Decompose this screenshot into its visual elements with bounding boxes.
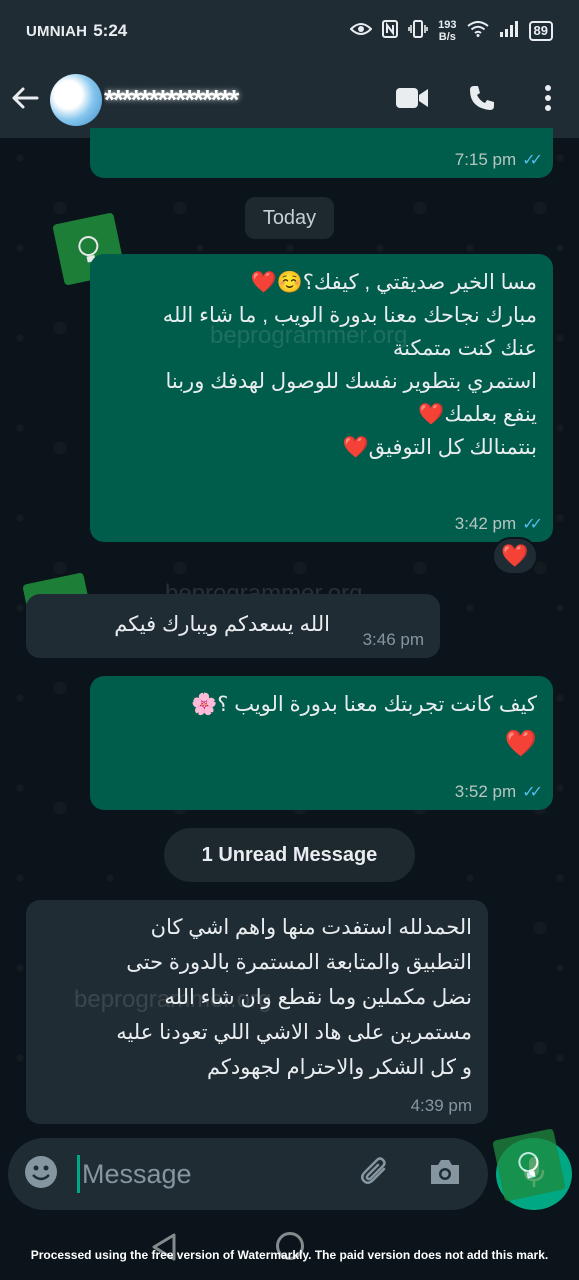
message-line: الحمدلله استفدت منها واهم اشي كان	[150, 916, 472, 939]
back-button[interactable]	[0, 62, 50, 138]
message-time: 3:42 pm	[454, 514, 517, 533]
message-composer	[8, 1138, 488, 1210]
attach-icon	[358, 1155, 392, 1194]
speed-value: 193	[438, 19, 457, 31]
read-ticks-icon: ✓✓	[522, 152, 543, 169]
signal-icon	[499, 21, 519, 41]
nfc-icon	[382, 20, 399, 42]
message-input[interactable]	[80, 1144, 340, 1204]
camera-icon	[428, 1158, 462, 1191]
unread-messages-divider: 1 Unread Message	[164, 828, 415, 882]
status-bar: UMNIAH 5:24 193 B/s 89	[0, 0, 579, 62]
clock: 5:24	[93, 21, 128, 40]
message-bubble-incoming[interactable]: الله يسعدكم ويبارك فيكم 3:46 pm	[26, 594, 440, 658]
reaction-emoji: ❤️	[501, 543, 529, 568]
watermark-notice: Processed using the free version of Wate…	[30, 1248, 549, 1262]
network-speed: 193 B/s	[438, 19, 456, 43]
message-line: استمري بتطوير نفسك للوصول لهدفك وربنا	[165, 370, 537, 393]
message-line: ينفع بعلمك❤️	[418, 403, 537, 426]
phone-icon	[468, 84, 496, 117]
date-divider: Today	[245, 197, 334, 239]
back-arrow-icon	[11, 86, 39, 115]
emoji-icon	[24, 1155, 58, 1194]
carrier-name: UMNIAH	[26, 22, 88, 40]
read-ticks-icon: ✓✓	[522, 516, 543, 533]
message-time: 7:15 pm	[454, 150, 517, 169]
eye-icon	[349, 22, 373, 40]
message-time: 3:46 pm	[362, 630, 424, 649]
chat-header: ***************	[0, 62, 579, 138]
message-text: مسا الخير صديقتي , كيفك؟☺️❤️ مبارك نجاحك…	[106, 266, 537, 464]
more-vert-icon	[544, 84, 552, 116]
contact-name[interactable]: ***************	[104, 84, 394, 116]
contact-avatar[interactable]	[50, 74, 102, 126]
message-bubble-outgoing[interactable]: كيف كانت تجربتك معنا بدورة الويب ؟🌸 ❤️ 3…	[90, 676, 553, 810]
wifi-icon	[466, 21, 489, 41]
vibrate-icon	[408, 20, 428, 42]
emoji-button[interactable]	[8, 1138, 74, 1210]
message-time: 4:39 pm	[410, 1096, 472, 1115]
message-line: ❤️	[504, 728, 537, 758]
message-line: التطبيق والمتابعة المستمرة بالدورة حتى	[126, 951, 472, 974]
message-line: الله يسعدكم ويبارك فيكم	[114, 613, 330, 636]
battery-level: 89	[528, 21, 553, 41]
watermark-text: beprogrammer.org	[74, 986, 272, 1013]
message-text: الله يسعدكم ويبارك فيكم	[114, 608, 330, 641]
message-line: و كل الشكر والاحترام لجهودكم	[206, 1056, 472, 1079]
camera-button[interactable]	[410, 1138, 480, 1210]
message-line: كيف كانت تجربتك معنا بدورة الويب ؟🌸	[191, 693, 537, 716]
message-line: بنتمنالك كل التوفيق❤️	[342, 436, 537, 459]
previous-message-bubble[interactable]: 7:15 pm ✓✓	[90, 128, 553, 178]
video-call-button[interactable]	[377, 62, 447, 138]
message-text: كيف كانت تجربتك معنا بدورة الويب ؟🌸 ❤️	[106, 688, 537, 765]
message-line: مسا الخير صديقتي , كيفك؟☺️❤️	[250, 271, 537, 294]
message-line: مستمرين على هاد الاشي اللي تعودنا عليه	[116, 1021, 472, 1044]
video-call-icon	[395, 87, 429, 114]
watermark-text: beprogrammer.org	[210, 322, 408, 349]
voice-call-button[interactable]	[447, 62, 517, 138]
speed-unit: B/s	[438, 31, 456, 43]
attach-button[interactable]	[340, 1138, 410, 1210]
message-reaction[interactable]: ❤️	[492, 537, 538, 575]
more-options-button[interactable]	[517, 62, 579, 138]
message-time: 3:52 pm	[454, 782, 517, 801]
message-bubble-outgoing[interactable]: مسا الخير صديقتي , كيفك؟☺️❤️ مبارك نجاحك…	[90, 254, 553, 542]
watermark-logo-icon	[492, 1128, 566, 1202]
read-ticks-icon: ✓✓	[522, 784, 543, 801]
